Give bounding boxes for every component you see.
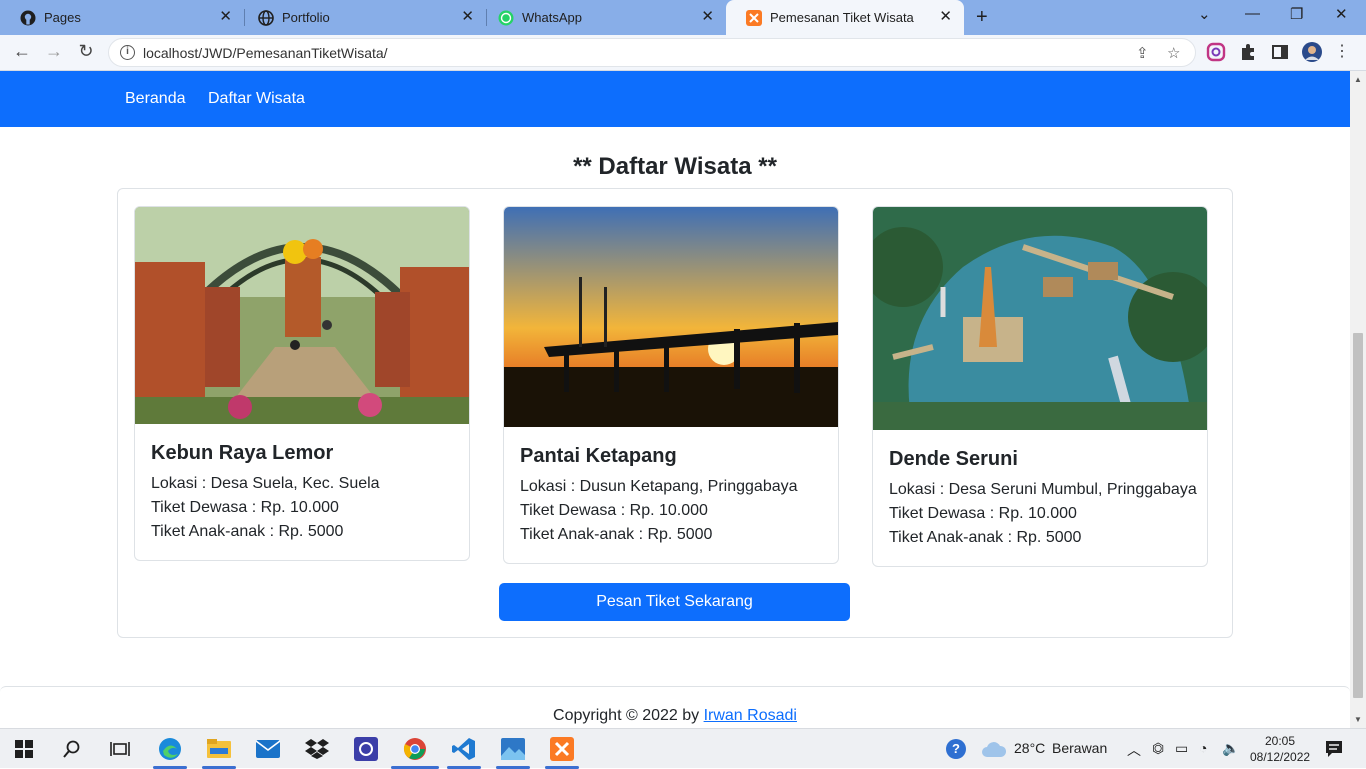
card-title: Kebun Raya Lemor — [151, 442, 334, 464]
browser-menu-icon[interactable]: ⋮ — [1330, 41, 1354, 61]
footer-copyright: Copyright © 2022 by Irwan Rosadi — [0, 707, 1350, 725]
svg-text:?: ? — [952, 741, 960, 756]
clock-time: 20:05 — [1264, 734, 1296, 748]
back-arrow-icon[interactable]: ← — [10, 41, 34, 62]
wifi-icon[interactable]: ◔ — [1199, 740, 1207, 756]
extensions-puzzle-icon[interactable] — [1238, 42, 1258, 62]
mail-icon[interactable] — [254, 735, 282, 763]
bookmark-star-icon[interactable]: ☆ — [1167, 44, 1180, 62]
weather-temperature[interactable]: 28°C — [1014, 740, 1045, 756]
tab-title: Portfolio — [282, 10, 330, 25]
side-panel-icon[interactable] — [1270, 42, 1290, 62]
web-page: Beranda Daftar Wisata ** Daftar Wisata *… — [0, 71, 1350, 728]
windows-taskbar: ? 28°C Berawan ︿ ⏣ ▭ ◔ 🔈 20:05 08/12/202… — [0, 728, 1366, 769]
tab-close-icon[interactable]: ✕ — [461, 9, 474, 25]
scroll-up-icon[interactable]: ▲ — [1354, 75, 1362, 84]
destination-card: Kebun Raya Lemor Lokasi : Desa Suela, Ke… — [134, 206, 470, 561]
globe-icon — [258, 9, 274, 26]
dropbox-icon[interactable] — [303, 735, 331, 763]
search-icon[interactable] — [58, 735, 86, 763]
xampp-taskbar-icon[interactable] — [548, 735, 576, 763]
clock-date: 08/12/2022 — [1250, 750, 1311, 764]
nav-link-daftar-wisata[interactable]: Daftar Wisata — [208, 90, 305, 108]
footer-copyright-text: Copyright © 2022 by — [553, 707, 704, 724]
tab-title: Pemesanan Tiket Wisata — [770, 10, 914, 25]
xampp-icon — [746, 9, 762, 26]
photos-icon[interactable] — [499, 735, 527, 763]
restore-icon[interactable]: ❐ — [1290, 5, 1303, 23]
battery-icon[interactable]: ▭ — [1175, 740, 1188, 757]
system-clock[interactable]: 20:05 08/12/2022 — [1250, 733, 1310, 765]
tab-strip: Pages ✕ Portfolio ✕ WhatsApp ✕ Pemesanan… — [0, 0, 1366, 35]
scroll-down-icon[interactable]: ▼ — [1354, 715, 1362, 724]
card-adult-price: Tiket Dewasa : Rp. 10.000 — [151, 499, 339, 516]
card-adult-price: Tiket Dewasa : Rp. 10.000 — [520, 502, 708, 519]
new-tab-button[interactable]: + — [976, 6, 988, 29]
vscode-icon[interactable] — [450, 735, 478, 763]
tab-pemesanan-tiket[interactable]: Pemesanan Tiket Wisata ✕ — [726, 0, 964, 35]
instagram-extension-icon[interactable] — [1206, 42, 1226, 62]
edge-browser-icon[interactable] — [156, 735, 184, 763]
whatsapp-icon — [498, 10, 514, 26]
task-view-icon[interactable] — [106, 735, 134, 763]
site-info-icon[interactable]: i — [120, 45, 135, 60]
scrollbar-thumb[interactable] — [1353, 333, 1363, 698]
browser-toolbar: ← → ↻ i localhost/JWD/PemesananTiketWisa… — [0, 35, 1366, 71]
card-location: Lokasi : Dusun Ketapang, Pringgabaya — [520, 478, 798, 495]
card-child-price: Tiket Anak-anak : Rp. 5000 — [151, 523, 344, 540]
volume-icon[interactable]: 🔈 — [1222, 740, 1239, 757]
file-explorer-icon[interactable] — [205, 735, 233, 763]
card-adult-price: Tiket Dewasa : Rp. 10.000 — [889, 505, 1077, 522]
card-title: Pantai Ketapang — [520, 445, 677, 467]
tray-chevron-up-icon[interactable]: ︿ — [1127, 740, 1141, 760]
close-window-icon[interactable]: ✕ — [1335, 5, 1348, 23]
notifications-icon[interactable] — [1320, 735, 1348, 763]
card-child-price: Tiket Anak-anak : Rp. 5000 — [520, 526, 713, 543]
app-launcher-icon[interactable] — [352, 735, 380, 763]
url-text[interactable]: localhost/JWD/PemesananTiketWisata/ — [143, 45, 388, 61]
book-ticket-button[interactable]: Pesan Tiket Sekarang — [499, 583, 850, 621]
card-title: Dende Seruni — [889, 448, 1018, 470]
cloudy-weather-icon[interactable] — [980, 735, 1008, 763]
destination-card: Pantai Ketapang Lokasi : Dusun Ketapang,… — [503, 206, 839, 564]
tab-whatsapp[interactable]: WhatsApp ✕ — [478, 0, 726, 35]
card-child-price: Tiket Anak-anak : Rp. 5000 — [889, 529, 1082, 546]
card-location: Lokasi : Desa Suela, Kec. Suela — [151, 475, 380, 492]
github-icon — [20, 10, 36, 26]
minimize-icon[interactable]: — — [1245, 5, 1260, 22]
profile-avatar[interactable] — [1302, 42, 1322, 62]
pantai-ketapang-image — [504, 207, 838, 427]
forward-arrow-icon[interactable]: → — [42, 41, 66, 62]
reload-icon[interactable]: ↻ — [74, 41, 98, 62]
windows-start-icon[interactable] — [10, 735, 38, 763]
card-location: Lokasi : Desa Seruni Mumbul, Pringgabaya — [889, 481, 1197, 498]
nav-link-beranda[interactable]: Beranda — [125, 90, 186, 108]
kebun-raya-lemor-image — [135, 207, 469, 424]
share-icon[interactable]: ⇪ — [1136, 44, 1149, 62]
tab-portfolio[interactable]: Portfolio ✕ — [238, 0, 486, 35]
tab-close-icon[interactable]: ✕ — [939, 9, 952, 25]
help-icon[interactable]: ? — [942, 735, 970, 763]
tab-title: WhatsApp — [522, 10, 582, 25]
top-navbar: Beranda Daftar Wisata — [0, 71, 1350, 127]
destination-container: Kebun Raya Lemor Lokasi : Desa Suela, Ke… — [117, 188, 1233, 638]
page-title: ** Daftar Wisata ** — [573, 153, 777, 180]
tab-close-icon[interactable]: ✕ — [701, 9, 714, 25]
tab-close-icon[interactable]: ✕ — [219, 9, 232, 25]
tab-pages[interactable]: Pages ✕ — [0, 0, 244, 35]
chrome-icon[interactable] — [401, 735, 429, 763]
address-bar[interactable]: i localhost/JWD/PemesananTiketWisata/ ⇪ … — [108, 38, 1196, 67]
destination-card: Dende Seruni Lokasi : Desa Seruni Mumbul… — [872, 206, 1208, 567]
dende-seruni-image — [873, 207, 1207, 430]
tab-title: Pages — [44, 10, 81, 25]
author-link[interactable]: Irwan Rosadi — [704, 707, 797, 724]
meet-now-icon[interactable]: ⏣ — [1152, 740, 1164, 757]
weather-description[interactable]: Berawan — [1052, 740, 1107, 756]
tab-search-chevron-icon[interactable]: ⌄ — [1198, 5, 1211, 23]
